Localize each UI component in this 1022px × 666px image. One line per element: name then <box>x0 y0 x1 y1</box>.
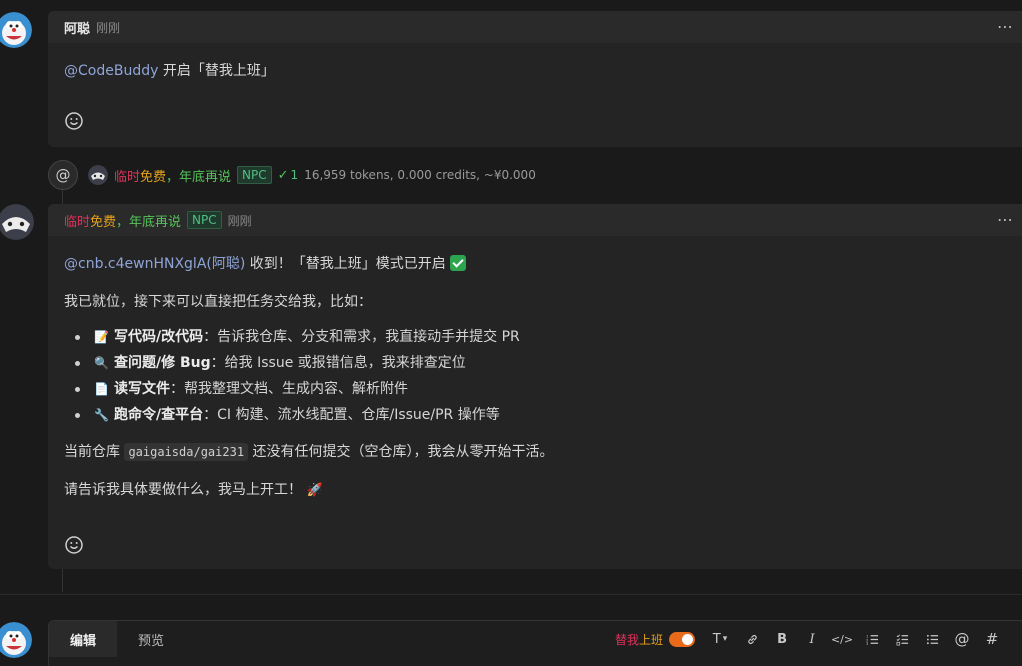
message-body: 开启「替我上班」 <box>158 63 275 79</box>
item-text: ：CI 构建、流水线配置、仓库/Issue/PR 操作等 <box>203 407 500 423</box>
rocket-icon: 🚀 <box>306 483 323 498</box>
check-count: 1 <box>290 168 299 182</box>
mention-link[interactable]: @CodeBuddy <box>64 63 158 79</box>
message-header: 阿聪 刚刚 <box>48 11 1022 43</box>
numbered-list-icon[interactable]: 123 <box>857 627 887 651</box>
timestamp: 刚刚 <box>96 20 121 35</box>
italic-icon[interactable]: I <box>797 627 827 651</box>
work-mode-toggle[interactable] <box>669 631 696 647</box>
bullet-list-icon[interactable] <box>917 627 947 651</box>
timestamp: 刚刚 <box>227 213 252 228</box>
bot-name-part1[interactable]: 临时 <box>114 166 140 185</box>
toggle-label-part1: 替我 <box>615 632 640 647</box>
toggle-label-part2: 上班 <box>639 632 664 647</box>
item-text: ：告诉我仓库、分支和需求，我直接动手并提交 PR <box>203 329 520 345</box>
reply-line-2: 我已就位，接下来可以直接把任务交给我，比如： <box>64 294 372 310</box>
closing-text: 请告诉我具体要做什么，我马上开工！ <box>64 482 302 498</box>
repo-prefix: 当前仓库 <box>64 444 125 460</box>
check-icon: ✓ <box>277 167 289 183</box>
text-format-icon[interactable]: T ▾ <box>703 627 737 651</box>
hashtag-icon[interactable]: # <box>977 627 1007 651</box>
bot-avatar-icon <box>88 165 108 185</box>
author-name[interactable]: 阿聪 <box>64 18 90 37</box>
link-icon[interactable] <box>737 627 767 651</box>
reply-line-1: @cnb.c4ewnHNXglA(阿聪) 收到！「替我上班」模式已开启 <box>64 254 1022 274</box>
item-title: 查问题/修 Bug <box>114 355 211 371</box>
bold-icon[interactable]: B <box>767 627 797 651</box>
tab-preview[interactable]: 预览 <box>117 621 185 657</box>
at-mention-icon[interactable]: @ <box>48 160 78 190</box>
repo-name: gaigaisda/gai231 <box>124 443 249 461</box>
list-item: 🔧 跑命令/查平台：CI 构建、流水线配置、仓库/Issue/PR 操作等 <box>64 402 1022 428</box>
item-title: 写代码/改代码 <box>114 329 204 345</box>
current-user-avatar[interactable] <box>0 622 32 658</box>
user-avatar[interactable] <box>0 12 32 48</box>
author-name-part2[interactable]: 免费 <box>90 211 116 230</box>
repo-suffix: 还没有任何提交（空仓库），我会从零开始干活。 <box>248 444 554 460</box>
divider <box>0 594 1022 595</box>
message-card-2: 临时 免费 ，年底再说 NPC 刚刚 ⋯ @cnb.c4ewnHNXglA(阿聪) … <box>48 204 1022 569</box>
check-mark-icon <box>450 255 467 271</box>
memo-icon: 📝 <box>94 330 109 344</box>
task-list-icon[interactable] <box>887 627 917 651</box>
more-options-icon[interactable]: ⋯ <box>997 210 1014 229</box>
bot-mini-avatar[interactable] <box>88 165 108 185</box>
author-name-part3[interactable]: ，年底再说 <box>116 211 181 230</box>
usage-stats: 16,959 tokens, 0.000 credits, ~¥0.000 <box>304 168 536 182</box>
bot-name-part3[interactable]: ，年底再说 <box>166 166 231 185</box>
mention-link[interactable]: @cnb.c4ewnHNXglA(阿聪) <box>64 256 245 272</box>
comment-editor: 编辑 预览 替我 上班 T ▾ B I </> 123 @ # <box>48 620 1022 666</box>
item-text: ：给我 Issue 或报错信息，我来排查定位 <box>210 355 466 371</box>
magnifier-icon: 🔍 <box>94 356 109 370</box>
message-text: @CodeBuddy 开启「替我上班」 <box>64 61 1022 81</box>
doraemon-avatar-icon <box>0 622 32 658</box>
closing-line: 请告诉我具体要做什么，我马上开工！ 🚀 <box>64 480 1022 501</box>
more-options-icon[interactable]: ⋯ <box>997 17 1014 36</box>
emoji-reaction-icon[interactable] <box>64 111 84 131</box>
bot-avatar[interactable] <box>0 204 34 240</box>
item-title: 跑命令/查平台 <box>114 407 204 423</box>
list-item: 📝 写代码/改代码：告诉我仓库、分支和需求，我直接动手并提交 PR <box>64 324 1022 350</box>
author-name-part1[interactable]: 临时 <box>64 211 90 230</box>
list-item: 🔍 查问题/修 Bug：给我 Issue 或报错信息，我来排查定位 <box>64 350 1022 376</box>
code-icon[interactable]: </> <box>827 627 857 651</box>
item-text: ：帮我整理文档、生成内容、解析附件 <box>170 381 408 397</box>
tab-edit[interactable]: 编辑 <box>49 621 117 657</box>
bot-avatar-icon <box>0 204 34 240</box>
svg-text:3: 3 <box>866 642 869 646</box>
capability-list: 📝 写代码/改代码：告诉我仓库、分支和需求，我直接动手并提交 PR 🔍 查问题/修 … <box>64 324 1022 428</box>
npc-badge: NPC <box>187 211 222 229</box>
bot-name-part2[interactable]: 免费 <box>140 166 166 185</box>
message-card-1: 阿聪 刚刚 ⋯ @CodeBuddy 开启「替我上班」 <box>48 11 1022 147</box>
reply-meta-row: @ 临时 免费 ，年底再说 NPC ✓ 1 16,959 tokens, 0.000… <box>48 160 536 190</box>
item-title: 读写文件 <box>114 381 170 397</box>
reply-text: 收到！「替我上班」模式已开启 <box>245 256 451 272</box>
emoji-reaction-icon[interactable] <box>64 535 84 555</box>
editor-toolbar: 替我 上班 T ▾ B I </> 123 @ # <box>615 627 1007 651</box>
message-header: 临时 免费 ，年底再说 NPC 刚刚 <box>48 204 1022 236</box>
editor-tabs: 编辑 预览 <box>49 621 185 657</box>
mention-icon[interactable]: @ <box>947 627 977 651</box>
doraemon-avatar-icon <box>0 12 32 48</box>
npc-badge: NPC <box>237 166 272 184</box>
wrench-icon: 🔧 <box>94 408 109 422</box>
repo-line: 当前仓库 gaigaisda/gai231 还没有任何提交（空仓库），我会从零开… <box>64 442 1022 462</box>
document-icon: 📄 <box>94 382 109 396</box>
list-item: 📄 读写文件：帮我整理文档、生成内容、解析附件 <box>64 376 1022 402</box>
